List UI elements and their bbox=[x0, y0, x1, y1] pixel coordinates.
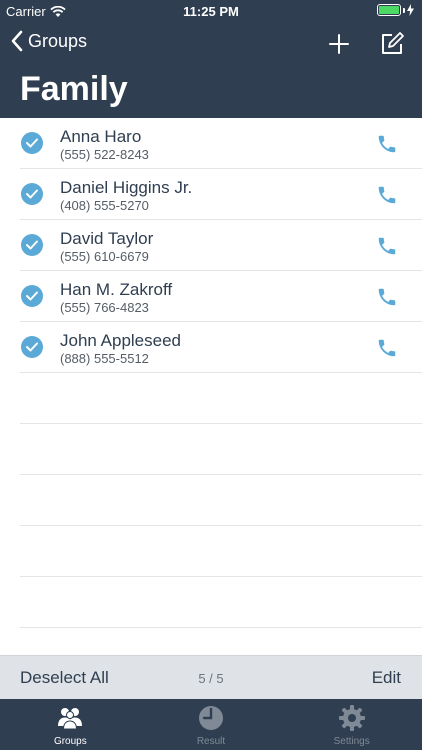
empty-row bbox=[20, 577, 422, 628]
compose-icon bbox=[382, 32, 404, 54]
page-title: Family bbox=[20, 70, 128, 108]
tab-label: Settings bbox=[333, 736, 370, 747]
header: Carrier 11:25 PM Groups Family bbox=[0, 0, 422, 118]
add-button[interactable] bbox=[325, 30, 353, 58]
contact-name: Anna Haro bbox=[60, 127, 142, 146]
phone-icon[interactable] bbox=[376, 133, 398, 155]
contact-phone: (888) 555-5512 bbox=[60, 351, 149, 366]
phone-icon[interactable] bbox=[376, 337, 398, 359]
plus-icon bbox=[329, 34, 349, 54]
tab-settings[interactable]: Settings bbox=[281, 699, 422, 750]
list-item[interactable]: Han M. Zakroff (555) 766-4823 bbox=[20, 271, 422, 322]
list-item[interactable]: David Taylor (555) 610-6679 bbox=[20, 220, 422, 271]
checkmark-icon[interactable] bbox=[21, 183, 43, 205]
bottom-toolbar: Deselect All 5 / 5 Edit bbox=[0, 655, 422, 699]
list-item[interactable]: John Appleseed (888) 555-5512 bbox=[20, 322, 422, 373]
contact-name: Han M. Zakroff bbox=[60, 280, 173, 299]
charging-icon bbox=[407, 4, 414, 16]
compose-button[interactable] bbox=[378, 30, 406, 58]
phone-icon[interactable] bbox=[376, 235, 398, 257]
checkmark-icon[interactable] bbox=[21, 285, 43, 307]
contact-phone: (555) 610-6679 bbox=[60, 249, 149, 264]
edit-button[interactable]: Edit bbox=[372, 668, 401, 688]
selection-count: 5 / 5 bbox=[198, 671, 224, 686]
contact-name: Daniel Higgins Jr. bbox=[60, 178, 193, 197]
contact-phone: (555) 766-4823 bbox=[60, 300, 149, 315]
checkmark-icon[interactable] bbox=[21, 132, 43, 154]
chevron-left-icon bbox=[11, 30, 23, 52]
list-item[interactable]: Daniel Higgins Jr. (408) 555-5270 bbox=[20, 169, 422, 220]
status-bar: Carrier 11:25 PM bbox=[0, 0, 422, 22]
back-label: Groups bbox=[28, 30, 88, 51]
empty-row bbox=[20, 373, 422, 424]
contact-phone: (555) 522-8243 bbox=[60, 147, 149, 162]
empty-row bbox=[20, 475, 422, 526]
tab-label: Result bbox=[196, 736, 226, 747]
tab-label: Groups bbox=[53, 736, 87, 747]
tab-result[interactable]: Result bbox=[141, 699, 282, 750]
checkmark-icon[interactable] bbox=[21, 336, 43, 358]
battery-icon bbox=[377, 4, 414, 16]
list-item[interactable]: Anna Haro (555) 522-8243 bbox=[20, 118, 422, 169]
result-icon bbox=[199, 706, 223, 730]
navigation-bar: Groups bbox=[0, 26, 422, 62]
status-time: 11:25 PM bbox=[183, 4, 239, 19]
contact-phone: (408) 555-5270 bbox=[60, 198, 149, 213]
phone-icon[interactable] bbox=[376, 286, 398, 308]
tab-groups[interactable]: Groups bbox=[0, 699, 141, 750]
empty-row bbox=[20, 424, 422, 475]
phone-icon[interactable] bbox=[376, 184, 398, 206]
contact-name: David Taylor bbox=[60, 229, 154, 248]
settings-icon bbox=[338, 705, 365, 731]
groups-icon bbox=[58, 708, 83, 730]
empty-row bbox=[20, 526, 422, 577]
tab-bar: Groups Result Settings bbox=[0, 699, 422, 750]
checkmark-icon[interactable] bbox=[21, 234, 43, 256]
contact-name: John Appleseed bbox=[60, 331, 181, 350]
back-button[interactable]: Groups bbox=[10, 30, 87, 52]
contact-list: Anna Haro (555) 522-8243 Daniel Higgins … bbox=[0, 118, 422, 628]
